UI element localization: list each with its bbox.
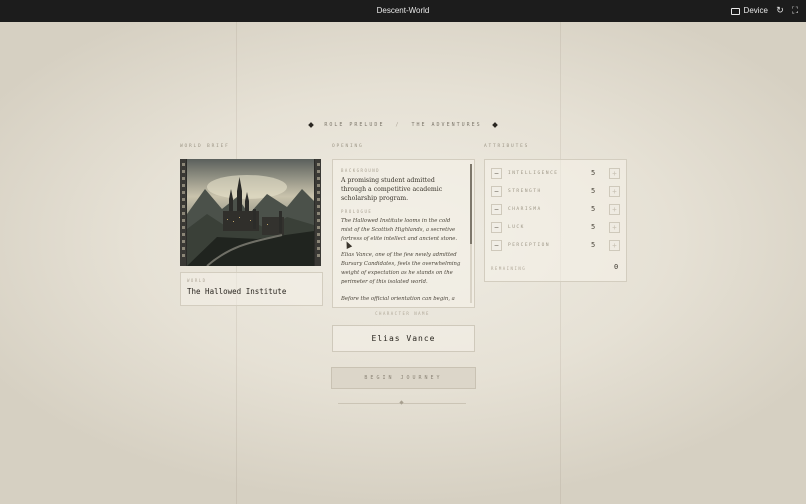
decrease-strength-button[interactable]: − [491,186,502,197]
castle-landscape-illustration [187,159,314,266]
attributes-panel: − INTELLIGENCE 5 + − STRENGTH 5 + − CHAR… [484,159,627,282]
decrease-charisma-button[interactable]: − [491,204,502,215]
attribute-row-luck: − LUCK 5 + [491,222,620,233]
prologue-paragraph: The Hallowed Institute looms in the cold… [341,218,458,242]
opening-panel[interactable]: BACKGROUND A promising student admitted … [332,159,475,308]
background-text: A promising student admitted through a c… [341,177,443,202]
attribute-name: CHARISMA [508,207,542,212]
remaining-points-value: 0 [614,263,619,271]
attribute-row-strength: − STRENGTH 5 + [491,186,620,197]
attribute-name: STRENGTH [508,189,542,194]
attribute-name: PERCEPTION [508,243,551,248]
attribute-name: INTELLIGENCE [508,171,559,176]
fullscreen-icon[interactable]: ⛶ [790,5,800,15]
attribute-value: 5 [591,187,596,195]
section-label-attributes: ATTRIBUTES [484,144,530,149]
increase-charisma-button[interactable]: + [609,204,620,215]
diamond-ornament-icon [491,121,498,128]
attribute-value: 5 [591,223,596,231]
device-button[interactable]: Device [730,0,768,22]
page-header: ROLE PRELUDE / THE ADVENTURES [0,121,806,128]
refresh-icon[interactable]: ↻ [775,5,785,15]
increase-luck-button[interactable]: + [609,222,620,233]
character-name-caption: CHARACTER NAME [375,311,430,316]
decrease-luck-button[interactable]: − [491,222,502,233]
opening-scrollbar-thumb[interactable] [470,164,472,244]
film-sprocket-right [315,159,321,266]
begin-journey-button[interactable]: BEGIN JOURNEY [331,367,476,389]
prologue-label: PROLOGUE [341,209,373,214]
increase-intelligence-button[interactable]: + [609,168,620,179]
world-caption: WORLD [187,278,207,283]
window-titlebar: Descent-World Device ↻ ⛶ [0,0,806,22]
world-name: The Hallowed Institute [187,287,287,296]
decrease-intelligence-button[interactable]: − [491,168,502,179]
attribute-row-charisma: − CHARISMA 5 + [491,204,620,215]
game-canvas: ROLE PRELUDE / THE ADVENTURES WORLD BRIE… [0,22,806,504]
prologue-paragraph: Before the official orientation can begi… [341,295,455,302]
film-sprocket-left [180,159,186,266]
increase-perception-button[interactable]: + [609,240,620,251]
increase-strength-button[interactable]: + [609,186,620,197]
attribute-row-intelligence: − INTELLIGENCE 5 + [491,168,620,179]
prologue-paragraph: Elias Vance, one of the few newly admitt… [341,252,461,285]
attribute-row-perception: − PERCEPTION 5 + [491,240,620,251]
header-separator: / [395,122,401,128]
window-title: Descent-World [376,6,430,15]
section-label-world: WORLD BRIEF [180,144,230,149]
world-name-card: WORLD The Hallowed Institute [180,272,323,306]
decrease-perception-button[interactable]: − [491,240,502,251]
header-left: ROLE PRELUDE [324,122,385,128]
header-right: THE ADVENTURES [411,122,482,128]
diamond-ornament-icon [308,121,315,128]
world-image [180,159,321,266]
attribute-value: 5 [591,205,596,213]
attribute-value: 5 [591,169,596,177]
attribute-value: 5 [591,241,596,249]
remaining-points-label: REMAINING [491,266,527,271]
device-icon [730,7,740,15]
device-label: Device [743,6,768,15]
section-label-opening: OPENING [332,144,364,149]
attribute-name: LUCK [508,225,525,230]
character-name-input[interactable]: Elias Vance [332,325,475,352]
background-label: BACKGROUND [341,168,381,173]
